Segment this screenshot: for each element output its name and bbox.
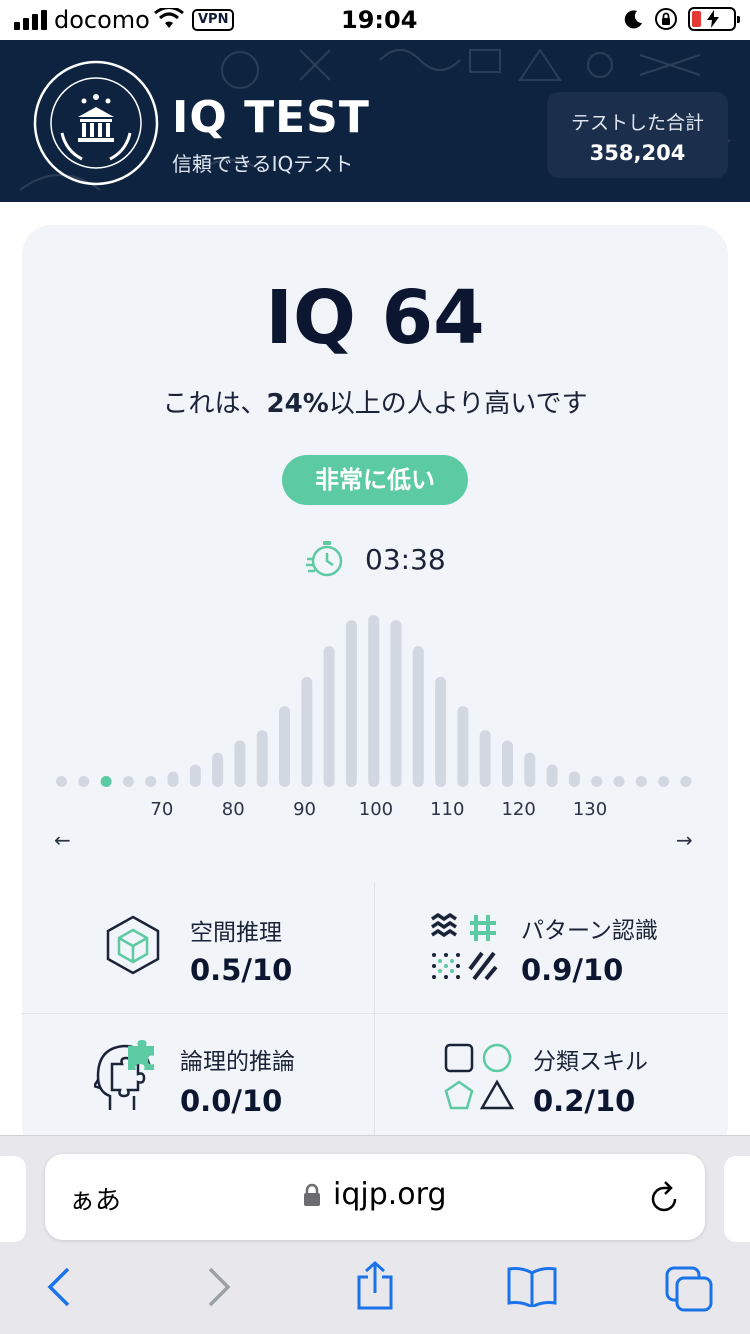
share-icon[interactable] <box>354 1261 396 1311</box>
forward-icon[interactable] <box>204 1265 234 1309</box>
pattern-icon <box>431 913 498 981</box>
distribution-bar <box>212 752 224 787</box>
iq-score: IQ 64 <box>265 275 485 361</box>
skill-classification: 分類スキル 0.2/10 <box>375 1014 728 1155</box>
distribution-bar <box>234 740 246 787</box>
skill-breakdown: 空間推理 0.5/10 パターン認識 0.9/10 論理的推論 0.0/10 分… <box>22 883 728 1155</box>
shapes-icon <box>444 1043 515 1110</box>
stopwatch-icon <box>306 541 343 577</box>
moon-icon <box>624 10 642 29</box>
percentile-suffix: 以上の人より高いです <box>328 389 588 419</box>
bookmarks-icon[interactable] <box>506 1265 558 1307</box>
url-display[interactable]: iqjp.org <box>303 1177 447 1212</box>
distribution-bar <box>56 776 67 787</box>
lock-icon <box>304 1183 320 1206</box>
total-tests-card: テストした合計 358,204 <box>547 92 728 178</box>
distribution-bar <box>457 706 469 787</box>
address-bar[interactable]: ぁあ iqjp.org <box>45 1154 705 1240</box>
axis-tick-label: 90 <box>293 799 316 820</box>
skill-score: 0.5/10 <box>190 953 293 987</box>
skill-spatial: 空間推理 0.5/10 <box>22 883 374 1013</box>
distribution-bar <box>613 776 625 787</box>
axis-tick-label: 110 <box>430 799 464 820</box>
level-badge: 非常に低い <box>282 455 468 505</box>
brand-title[interactable]: IQ TEST <box>172 92 370 143</box>
distribution-bar <box>680 776 692 787</box>
skill-score: 0.2/10 <box>533 1084 636 1118</box>
skill-name: パターン認識 <box>521 918 658 944</box>
distribution-bar <box>568 771 580 787</box>
distribution-bar <box>546 764 558 787</box>
axis-tick-label: 130 <box>573 799 607 820</box>
distribution-bar <box>435 676 447 787</box>
skill-name: 分類スキル <box>533 1049 648 1075</box>
status-bar: docomo VPN 19:04 <box>0 0 750 40</box>
rotation-lock-icon <box>655 8 677 30</box>
reader-options-button[interactable]: ぁあ <box>69 1180 121 1217</box>
signal-icon <box>14 10 47 30</box>
axis-tick-label: 80 <box>222 799 245 820</box>
vpn-badge: VPN <box>192 9 235 31</box>
test-duration: 03:38 <box>305 539 446 579</box>
browser-toolbar: ぁあ iqjp.org <box>0 1135 750 1334</box>
battery-icon <box>688 7 740 31</box>
tabs-icon[interactable] <box>664 1265 714 1313</box>
total-tests-value: 358,204 <box>589 141 686 165</box>
carrier-label: docomo <box>54 6 150 34</box>
axis-tick-label: 100 <box>359 799 393 820</box>
axis-tick-label: 120 <box>501 799 535 820</box>
brand-subtitle: 信頼できるIQテスト <box>172 152 354 176</box>
skill-logic: 論理的推論 0.0/10 <box>22 1014 374 1155</box>
skill-name: 空間推理 <box>190 920 282 946</box>
percentile-prefix: これは、 <box>162 389 267 419</box>
distribution-bar <box>167 771 179 787</box>
distribution-bar <box>189 764 201 787</box>
next-tab-peek[interactable] <box>724 1156 750 1242</box>
distribution-bar-current <box>100 776 112 787</box>
back-icon[interactable] <box>44 1265 74 1309</box>
distribution-bar <box>635 776 647 787</box>
distribution-bar <box>345 620 357 787</box>
puzzle-head-icon <box>94 1040 154 1110</box>
distribution-bar <box>78 776 90 787</box>
result-card: IQ 64 これは、24%以上の人より高いです 非常に低い 03:38 70 80… <box>22 225 728 1155</box>
skill-score: 0.9/10 <box>521 953 624 987</box>
site-logo[interactable] <box>32 59 160 187</box>
axis-arrow-right: → <box>676 828 693 852</box>
distribution-bar <box>368 615 380 787</box>
clock: 19:04 <box>341 6 418 34</box>
distribution-bar <box>323 645 335 787</box>
distribution-bar <box>412 645 424 787</box>
percentile-text: これは、24%以上の人より高いです <box>22 383 728 420</box>
distribution-bar <box>122 776 134 787</box>
distribution-bar <box>145 776 157 787</box>
skill-score: 0.0/10 <box>180 1084 283 1118</box>
distribution-bar <box>301 676 313 787</box>
skill-name: 論理的推論 <box>180 1049 295 1075</box>
skill-pattern: パターン認識 0.9/10 <box>375 883 728 1013</box>
distribution-bar <box>524 752 536 787</box>
distribution-bar <box>256 730 268 787</box>
previous-tab-peek[interactable] <box>0 1156 26 1242</box>
axis-tick-label: 70 <box>150 799 173 820</box>
percentile-value: 24% <box>266 389 329 419</box>
site-header: IQ TEST 信頼できるIQテスト テストした合計 358,204 <box>0 40 750 202</box>
distribution-bar <box>390 620 402 787</box>
distribution-bar <box>658 776 670 787</box>
total-tests-label: テストした合計 <box>570 112 704 134</box>
duration-value: 03:38 <box>365 542 446 576</box>
distribution-bar <box>279 706 290 787</box>
url-text: iqjp.org <box>333 1177 447 1212</box>
reload-icon[interactable] <box>647 1179 681 1215</box>
wifi-icon <box>154 8 184 28</box>
navigation-bar <box>0 1261 750 1321</box>
axis-arrow-left: ← <box>54 828 71 852</box>
distribution-bar <box>479 730 491 787</box>
cube-icon <box>106 915 160 975</box>
distribution-bar <box>591 776 603 787</box>
distribution-bar <box>502 740 513 787</box>
iq-distribution-chart: 70 80 90 100 110 120 130 <box>56 615 692 820</box>
